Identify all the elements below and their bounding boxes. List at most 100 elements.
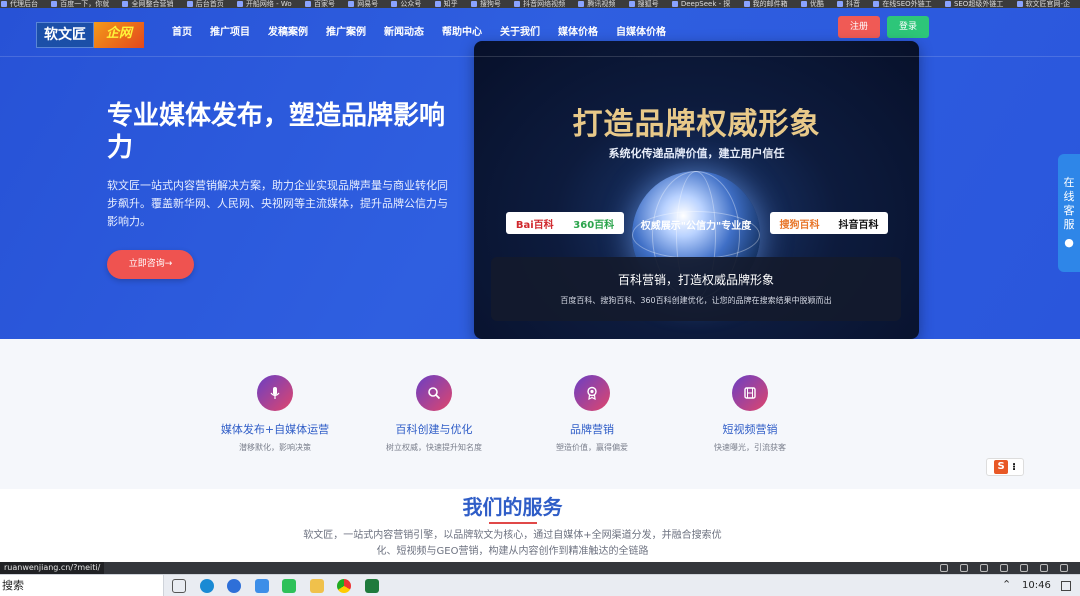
nav-promotion-cases[interactable]: 推广案例: [326, 26, 366, 40]
extension-icon[interactable]: [1040, 564, 1048, 572]
chat-icon: ●: [1064, 236, 1074, 249]
section-description: 软文匠，一站式内容营销引擎，以品牌软文为核心，通过自媒体+全网渠道分发，并融合搜…: [303, 530, 722, 557]
banner-caption: 百科营销，打造权威品牌形象 百度百科、搜狗百科、360百科创建优化，让您的品牌在…: [491, 257, 901, 321]
caption-title: 百科营销，打造权威品牌形象: [617, 273, 774, 287]
film-icon: [732, 375, 768, 411]
bookmark-item[interactable]: 搜狗号: [470, 0, 501, 8]
service-subtitle: 快速曝光，引流获客: [714, 443, 786, 452]
bookmark-item[interactable]: 百度一下，你就: [50, 0, 109, 8]
bookmark-item[interactable]: 抖音网络视频: [513, 0, 565, 8]
logo-badge: 企网: [94, 22, 144, 48]
more-icon: ⁝: [1012, 461, 1016, 473]
bookmark-item[interactable]: 腾讯视频: [577, 0, 615, 8]
bookmarks-bar: 代理后台 百度一下，你就 全网整合营销 后台首页 开船网络 - Wo 百家号 网…: [0, 0, 1080, 8]
sogou-douyin-logos: 搜狗百科 抖音百科: [770, 212, 888, 234]
online-service-label: 在线客服: [1063, 176, 1075, 231]
login-button[interactable]: 登录: [887, 16, 929, 38]
award-icon: [574, 375, 610, 411]
sogou-input-widget[interactable]: S ⁝: [986, 458, 1024, 476]
taskbar-search[interactable]: 搜索: [0, 575, 164, 596]
nav-home[interactable]: 首页: [172, 26, 192, 40]
service-item[interactable]: 媒体发布+自媒体运营 潜移默化，影响决策: [205, 375, 345, 453]
app-icon[interactable]: [255, 579, 269, 593]
bookmark-item[interactable]: 代理后台: [0, 0, 38, 8]
extension-icon[interactable]: [960, 564, 968, 572]
online-service-widget[interactable]: 在线客服 ●: [1058, 154, 1080, 272]
douyin-baike-logo: 抖音百科: [838, 219, 879, 231]
section-title: 我们的服务: [462, 495, 563, 519]
baidu-360-logos: Bai百科 360百科: [506, 212, 624, 234]
nav-news[interactable]: 新闻动态: [384, 26, 424, 40]
service-title: 品牌营销: [570, 423, 614, 436]
chevron-up-icon[interactable]: ⌃: [1002, 578, 1011, 591]
bookmark-item[interactable]: 抖音: [836, 0, 860, 8]
service-item[interactable]: 品牌营销 塑造价值，赢得偏爱: [522, 375, 662, 453]
banner-card[interactable]: 打造品牌权威形象 系统化传递品牌价值，建立用户信任 Bai百科 360百科 权威…: [474, 41, 919, 339]
bookmark-item[interactable]: 后台首页: [186, 0, 224, 8]
bookmark-item[interactable]: 公众号: [390, 0, 421, 8]
bookmark-item[interactable]: SEO超级外链工: [944, 0, 1003, 8]
bookmark-item[interactable]: 优酷: [800, 0, 824, 8]
bookmark-item[interactable]: 全网整合营销: [121, 0, 173, 8]
extension-icon[interactable]: [1060, 564, 1068, 572]
microphone-icon: [257, 375, 293, 411]
register-button[interactable]: 注册: [838, 16, 880, 38]
extension-icon[interactable]: [980, 564, 988, 572]
service-subtitle: 树立权威，快速提升知名度: [386, 443, 482, 452]
service-item[interactable]: 短视频营销 快速曝光，引流获客: [680, 375, 820, 453]
hero-description: 软文匠一站式内容营销解决方案，助力企业实现品牌声量与商业转化同步飙升。覆盖新华网…: [107, 179, 448, 228]
nav-media-price[interactable]: 媒体价格: [558, 26, 598, 40]
service-item[interactable]: 百科创建与优化 树立权威，快速提升知名度: [364, 375, 504, 453]
sogou-baike-logo: 搜狗百科: [779, 219, 820, 231]
consult-button[interactable]: 立即咨询→: [107, 250, 194, 279]
title-underline: [489, 522, 537, 524]
edge-icon[interactable]: [200, 579, 214, 593]
browser-status-bar: ruanwenjiang.cn/?meiti/: [0, 562, 1080, 574]
service-subtitle: 潜移默化，影响决策: [239, 443, 311, 452]
ie-icon[interactable]: [227, 579, 241, 593]
main-nav: 首页 推广项目 发稿案例 推广案例 新闻动态 帮助中心 关于我们 媒体价格 自媒…: [172, 26, 684, 40]
browser-page: 代理后台 百度一下，你就 全网整合营销 后台首页 开船网络 - Wo 百家号 网…: [0, 0, 1080, 596]
notification-icon[interactable]: [1061, 581, 1071, 591]
nav-about[interactable]: 关于我们: [500, 26, 540, 40]
site-logo[interactable]: 软文匠 企网: [36, 22, 144, 48]
service-title: 短视频营销: [722, 423, 778, 436]
excel-icon[interactable]: [365, 579, 379, 593]
bookmark-item[interactable]: 百家号: [304, 0, 335, 8]
status-url: ruanwenjiang.cn/?meiti/: [0, 562, 105, 574]
chrome-icon[interactable]: [337, 579, 351, 593]
baidu-baike-logo: Bai百科: [515, 219, 554, 231]
taskbar-clock[interactable]: 10:46: [1022, 575, 1051, 596]
wechat-icon[interactable]: [282, 579, 296, 593]
folder-icon[interactable]: [310, 579, 324, 593]
nav-help[interactable]: 帮助中心: [442, 26, 482, 40]
nav-publishing-cases[interactable]: 发稿案例: [268, 26, 308, 40]
search-icon: [416, 375, 452, 411]
caption-subtitle: 百度百科、搜狗百科、360百科创建优化，让您的品牌在搜索结果中脱颖而出: [560, 296, 832, 305]
bookmark-item[interactable]: 在线SEO外链工: [872, 0, 932, 8]
authority-text: 权威展示"公信力"专业度: [640, 221, 752, 232]
banner-subtitle: 系统化传递品牌价值，建立用户信任: [608, 147, 785, 160]
services-strip: 媒体发布+自媒体运营 潜移默化，影响决策 百科创建与优化 树立权威，快速提升知名…: [0, 339, 1080, 489]
sogou-icon: S: [994, 460, 1009, 474]
extension-icon[interactable]: [1000, 564, 1008, 572]
bookmark-item[interactable]: 开船网络 - Wo: [236, 0, 292, 8]
logo-text: 软文匠: [36, 22, 94, 48]
service-subtitle: 塑造价值，赢得偏爱: [556, 443, 628, 452]
status-icons: [934, 562, 1074, 574]
bookmark-item[interactable]: 我的邮件箱: [743, 0, 788, 8]
bookmark-item[interactable]: 搜狐号: [628, 0, 659, 8]
bookmark-item[interactable]: DeepSeek - 探: [671, 0, 730, 8]
extension-icon[interactable]: [1020, 564, 1028, 572]
task-view-icon[interactable]: [172, 579, 186, 593]
service-title: 媒体发布+自媒体运营: [220, 423, 330, 436]
bookmark-item[interactable]: 知乎: [434, 0, 458, 8]
service-title: 百科创建与优化: [395, 423, 473, 436]
nav-promotion-projects[interactable]: 推广项目: [210, 26, 250, 40]
bookmark-item[interactable]: 网易号: [347, 0, 378, 8]
bookmark-item[interactable]: 软文匠官网-企: [1016, 0, 1070, 8]
hero-title: 专业媒体发布，塑造品牌影响力: [107, 101, 446, 163]
extension-icon[interactable]: [940, 564, 948, 572]
hero-section: 软文匠 企网 首页 推广项目 发稿案例 推广案例 新闻动态 帮助中心 关于我们 …: [0, 8, 1080, 339]
nav-self-media-price[interactable]: 自媒体价格: [616, 26, 666, 40]
